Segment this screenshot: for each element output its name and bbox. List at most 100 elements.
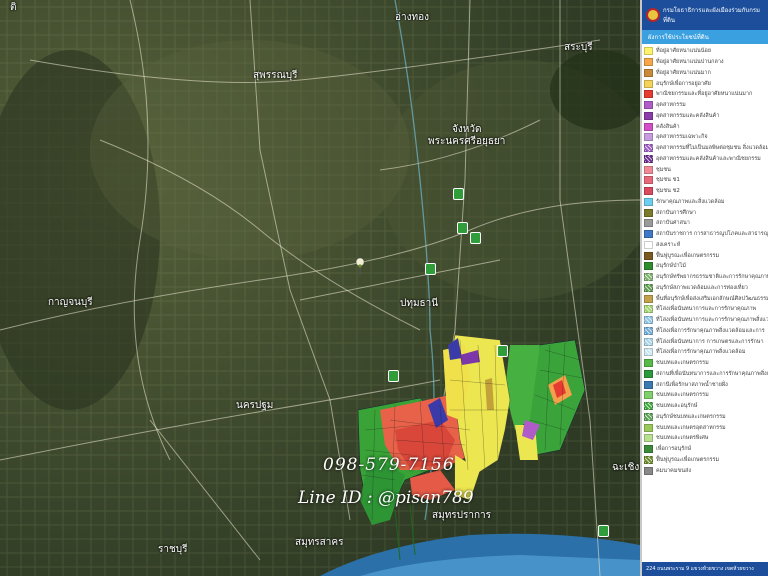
legend-item: ชุมชน: [644, 164, 768, 175]
legend-swatch: [644, 144, 653, 153]
satellite-map[interactable]: ติ อ่างทอง สุพรรณบุรี สระบุรี จังหวัด พร…: [0, 0, 640, 576]
legend-swatch: [644, 434, 653, 443]
legend-item-label: ชนบทและอนุรักษ์: [656, 403, 698, 410]
legend-swatch: [644, 187, 653, 196]
legend-item: อุตสาหกรรมและคลังสินค้า: [644, 111, 768, 122]
legend-header-title: กรมโยธาธิการและผังเมืองร่วมกับกรมที่ดิน: [663, 7, 761, 24]
legend-swatch: [644, 47, 653, 56]
legend-swatch: [644, 208, 653, 217]
legend-header: กรมโยธาธิการและผังเมืองร่วมกับกรมที่ดิน: [642, 0, 768, 30]
legend-swatch: [644, 240, 653, 249]
legend-item: ชนบทและเกษตรกรรม: [644, 390, 768, 401]
legend-swatch: [644, 197, 653, 206]
legend-item: สถาบันการศึกษา: [644, 207, 768, 218]
place-suphanburi: สุพรรณบุรี: [253, 70, 298, 81]
legend-swatch: [644, 230, 653, 239]
legend-swatch: [644, 133, 653, 142]
legend-swatch: [644, 273, 653, 282]
legend-swatch: [644, 466, 653, 475]
legend-swatch: [644, 90, 653, 99]
legend-swatch: [644, 316, 653, 325]
legend-swatch: [644, 402, 653, 411]
legend-swatch: [644, 219, 653, 228]
legend-item-label: ที่โล่งเพื่อการรักษาคุณภาพสิ่งแวดล้อม: [656, 349, 746, 356]
legend-item: สถาบันศาสนา: [644, 218, 768, 229]
legend-swatch: [644, 251, 653, 260]
legend-swatch: [644, 412, 653, 421]
legend-item: อนุรักษ์ชนบทและเกษตรกรรม: [644, 412, 768, 423]
highway-shield-icon: [598, 525, 609, 537]
legend-item: รักษาคุณภาพและสิ่งแวดล้อม: [644, 197, 768, 208]
legend-item: ชนบทและเกษตรกรรม: [644, 358, 768, 369]
legend-item: ชนบทและเกษตรพิเศษ: [644, 433, 768, 444]
legend-swatch: [644, 326, 653, 335]
legend-swatch: [644, 445, 653, 454]
legend-swatch: [644, 380, 653, 389]
legend-item-label: สถาบันราชการ การสาธารณูปโภคและสาธารณูปกา…: [656, 231, 768, 238]
legend-item-label: ชนบทและเกษตรกรรม: [656, 392, 709, 399]
place-top-left: ติ: [10, 2, 17, 13]
legend-item: อุตสาหกรรมที่ไม่เป็นมลพิษต่อชุมชน สิ่งแว…: [644, 143, 768, 154]
place-samut-sakhon: สมุทรสาคร: [295, 537, 344, 548]
highway-shield-icon: [457, 222, 468, 234]
legend-item-label: รักษาคุณภาพและสิ่งแวดล้อม: [656, 198, 725, 205]
legend-panel[interactable]: กรมโยธาธิการและผังเมืองร่วมกับกรมที่ดิน …: [640, 0, 768, 576]
legend-item-label: สถาบันศาสนา: [656, 220, 690, 227]
legend-item: เพื่อการอนุรักษ์: [644, 444, 768, 455]
legend-item: ชนบทและเกษตรอุตสาหกรรม: [644, 422, 768, 433]
legend-swatch: [644, 101, 653, 110]
legend-item-label: ที่โล่งเพื่อนันทนาการและการรักษาคุณภาพสิ…: [656, 317, 768, 324]
watermark-phone: 098-579-7156: [323, 455, 455, 475]
legend-swatch: [644, 283, 653, 292]
legend-item: คมนาคมขนส่ง: [644, 465, 768, 476]
place-nakhon-pathom: นครปฐม: [236, 400, 274, 411]
legend-item-label: ที่อยู่อาศัยหนาแน่นมาก: [656, 69, 711, 76]
legend-item-label: อนุรักษ์ป่าไม้: [656, 263, 686, 270]
legend-item-label: อนุรักษ์ทรัพยากรธรรมชาติและการรักษาคุณภา…: [656, 274, 768, 281]
legend-item: พาณิชยกรรมและที่อยู่อาศัยหนาแน่นมาก: [644, 89, 768, 100]
legend-swatch: [644, 68, 653, 77]
legend-item-label: ชุมชน ช2: [656, 188, 680, 195]
watermark-line-id: Line ID : @pisan789: [298, 488, 474, 508]
legend-item-label: ที่โล่งเพื่อนันทนาการและการรักษาคุณภาพ: [656, 306, 757, 313]
highway-shield-icon: [470, 232, 481, 244]
legend-footer: 224 ถนนพระราม 9 แขวงห้วยขวาง เขตห้วยขวาง: [642, 562, 768, 576]
legend-item-label: อุตสาหกรรมและคลังสินค้า: [656, 112, 720, 119]
legend-item-label: สถานที่เพื่อนันทนาการและการรักษาคุณภาพสิ…: [656, 370, 768, 377]
legend-swatch: [644, 262, 653, 271]
legend-swatch: [644, 58, 653, 67]
legend-item-label: เพื่อการอนุรักษ์: [656, 446, 692, 453]
legend-swatch: [644, 305, 653, 314]
legend-item: ที่โล่งเพื่อนันทนาการ การเกษตรและการรักษ…: [644, 336, 768, 347]
place-kanchanaburi: กาญจนบุรี: [48, 297, 93, 308]
legend-swatch: [644, 369, 653, 378]
legend-item: อนุรักษ์ป่าไม้: [644, 261, 768, 272]
legend-subheader: ผังการใช้ประโยชน์ที่ดิน: [642, 30, 768, 44]
legend-item: ฟื้นฟูบูรณะเพื่อเกษตรกรรม: [644, 455, 768, 466]
legend-item: ที่อยู่อาศัยหนาแน่นปานกลาง: [644, 57, 768, 68]
legend-item: อุตสาหกรรม: [644, 100, 768, 111]
legend-item-label: ที่อยู่อาศัยหนาแน่นน้อย: [656, 48, 712, 55]
place-ratchaburi: ราชบุรี: [158, 544, 188, 555]
legend-item: ชนบทและอนุรักษ์: [644, 401, 768, 412]
legend-swatch: [644, 79, 653, 88]
legend-item-label: สงเคราะห์: [656, 241, 681, 248]
legend-item: สถาบันราชการ การสาธารณูปโภคและสาธารณูปกา…: [644, 229, 768, 240]
legend-swatch: [644, 165, 653, 174]
legend-item-label: ที่โล่งเพื่อการรักษาคุณภาพสิ่งแวดล้อมและ…: [656, 327, 765, 334]
legend-item-label: อนุรักษ์สภาพแวดล้อมและการท่องเที่ยว: [656, 284, 748, 291]
legend-item: อุตสาหกรรมเฉพาะกิจ: [644, 132, 768, 143]
legend-item-label: อุตสาหกรรมเฉพาะกิจ: [656, 134, 708, 141]
legend-swatch: [644, 359, 653, 368]
legend-item: ฟื้นฟูบูรณะเพื่อเกษตรกรรม: [644, 250, 768, 261]
legend-item: อนุรักษ์ทรัพยากรธรรมชาติและการรักษาคุณภา…: [644, 272, 768, 283]
legend-swatch: [644, 294, 653, 303]
legend-swatch: [644, 111, 653, 120]
legend-list: ที่อยู่อาศัยหนาแน่นน้อยที่อยู่อาศัยหนาแน…: [642, 44, 768, 476]
legend-item-label: อุตสาหกรรมและคลังสินค้าและพาณิชยกรรม: [656, 155, 761, 162]
legend-item: อนุรักษ์เพื่อการอยู่อาศัย: [644, 78, 768, 89]
legend-item-label: สถานีเพื่อรักษาสภาพน้ำชายฝั่ง: [656, 381, 728, 388]
legend-item: ที่อยู่อาศัยหนาแน่นน้อย: [644, 46, 768, 57]
legend-item-label: อุตสาหกรรม: [656, 102, 686, 109]
legend-item-label: ฟื้นฟูบูรณะเพื่อเกษตรกรรม: [656, 252, 720, 259]
